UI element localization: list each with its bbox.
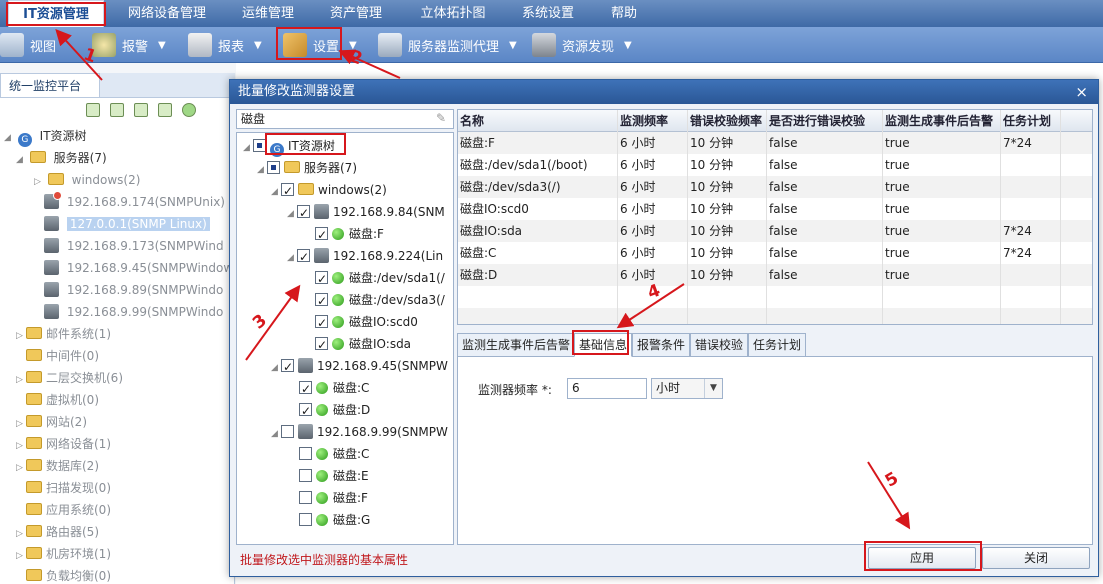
annotation-arrows <box>55 29 911 530</box>
